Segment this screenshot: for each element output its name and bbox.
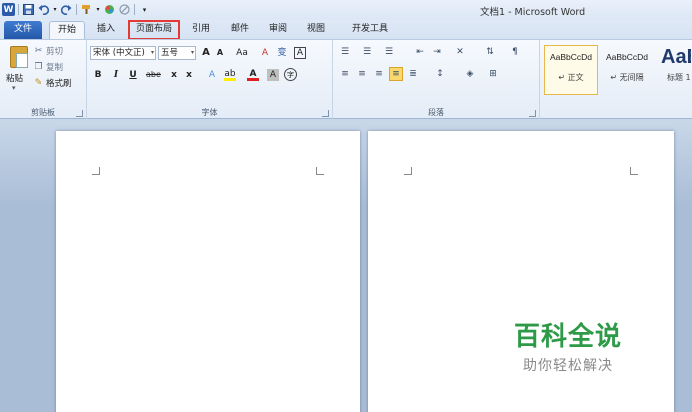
window-title: 文档1 - Microsoft Word xyxy=(480,7,586,18)
format-painter-icon[interactable] xyxy=(80,3,93,16)
paste-dropdown-icon[interactable]: ▾ xyxy=(12,84,16,92)
title-bar: W ▾ ▾ ▾ 文档1 - Microsoft Word xyxy=(0,0,692,19)
chevron-down-icon: ▾ xyxy=(150,49,154,56)
tab-page-layout[interactable]: 页面布局 xyxy=(128,20,180,40)
line-spacing-icon[interactable]: ↕ xyxy=(433,67,447,81)
paste-button[interactable]: 粘贴 xyxy=(6,72,23,84)
tab-review[interactable]: 审阅 xyxy=(263,21,293,39)
shading-icon[interactable]: ◈ xyxy=(463,67,477,81)
paragraph-group: ☰ ☰ ☰ ⇤ ⇥ ✕ ⇅ ¶ ≡ ≡ ≡ ≡ ≣ ↕ ◈ ⊞ 段落 xyxy=(333,40,540,119)
undo-icon[interactable] xyxy=(37,3,50,16)
font-launcher-icon[interactable] xyxy=(322,110,329,117)
chinese-layout-icon[interactable]: ✕ xyxy=(453,45,467,59)
font-group: 宋体 (中文正) ▾ 五号 ▾ A A Aa A 变 A B I U abe x x… xyxy=(87,40,333,119)
format-painter-button[interactable]: ✎ 格式刷 xyxy=(33,77,72,89)
distributed-icon[interactable]: ≣ xyxy=(406,67,420,81)
ribbon: 粘贴 ▾ ✂ 剪切 ❐ 复制 ✎ 格式刷 剪贴板 宋体 (中文正) ▾ 五号 ▾ A… xyxy=(0,39,692,119)
tab-insert[interactable]: 插入 xyxy=(89,21,123,39)
copy-icon: ❐ xyxy=(34,62,43,72)
enclose-char-button[interactable]: 字 xyxy=(284,68,297,81)
underline-button[interactable]: U xyxy=(127,68,139,82)
text-effect-button[interactable]: A xyxy=(206,68,218,82)
word-app-icon[interactable]: W xyxy=(2,3,15,16)
decrease-indent-icon[interactable]: ⇤ xyxy=(413,45,427,59)
align-left-icon[interactable]: ≡ xyxy=(338,67,352,81)
align-right-icon[interactable]: ≡ xyxy=(372,67,386,81)
align-center-icon[interactable]: ≡ xyxy=(355,67,369,81)
justify-icon[interactable]: ≡ xyxy=(389,67,403,81)
font-size-combo[interactable]: 五号 ▾ xyxy=(158,46,196,60)
superscript-button[interactable]: x xyxy=(183,68,195,82)
bullets-icon[interactable]: ☰ xyxy=(338,45,352,59)
highlight-button[interactable]: ab xyxy=(224,68,236,81)
scissors-icon: ✂ xyxy=(34,46,43,56)
tab-view[interactable]: 视图 xyxy=(301,21,331,39)
save-icon[interactable] xyxy=(22,3,35,16)
style-no-spacing[interactable]: AaBbCcDd ↵ 无间隔 xyxy=(600,45,654,95)
tab-file[interactable]: 文件 xyxy=(4,21,42,39)
show-marks-icon[interactable]: ¶ xyxy=(508,45,522,59)
sort-icon[interactable]: ⇅ xyxy=(483,45,497,59)
paragraph-group-label: 段落 xyxy=(428,108,444,117)
chevron-down-icon: ▾ xyxy=(190,49,194,56)
grow-font-button[interactable]: A xyxy=(200,46,212,60)
tab-developer[interactable]: 开发工具 xyxy=(345,21,395,39)
clipboard-group-label: 剪贴板 xyxy=(31,108,55,117)
tab-home[interactable]: 开始 xyxy=(49,21,85,39)
watermark-subtitle: 助你轻松解决 xyxy=(523,358,613,374)
strikethrough-button[interactable]: abe xyxy=(146,68,161,82)
italic-button[interactable]: I xyxy=(110,68,122,82)
watermark-title: 百科全说 xyxy=(514,322,623,352)
tab-mailings[interactable]: 邮件 xyxy=(225,21,255,39)
ribbon-tabs: 文件 开始 插入 页面布局 引用 邮件 审阅 视图 开发工具 xyxy=(0,19,692,40)
font-color-button[interactable]: A xyxy=(247,68,259,81)
edit-icon[interactable] xyxy=(118,3,131,16)
char-shading-button[interactable]: A xyxy=(267,69,279,81)
cut-label: 剪切 xyxy=(46,47,64,57)
style-heading-1[interactable]: AaB 标题 1 xyxy=(656,45,692,95)
redo-icon[interactable] xyxy=(60,3,73,16)
styles-group: AaBbCcDd ↵ 正文 AaBbCcDd ↵ 无间隔 AaB 标题 1 xyxy=(540,40,692,119)
margin-corner-mark xyxy=(630,167,638,175)
clipboard-group: 粘贴 ▾ ✂ 剪切 ❐ 复制 ✎ 格式刷 剪贴板 xyxy=(0,40,87,119)
font-group-label: 字体 xyxy=(201,108,218,117)
subscript-button[interactable]: x xyxy=(168,68,180,82)
format-dropdown-icon[interactable]: ▾ xyxy=(95,3,101,16)
margin-corner-mark xyxy=(92,167,100,175)
qat-separator xyxy=(18,4,19,15)
site-watermark: 百科全说 助你轻松解决 xyxy=(514,316,622,375)
phonetic-guide-button[interactable]: 变 xyxy=(276,46,288,60)
char-border-button[interactable]: A xyxy=(294,47,306,59)
clear-format-button[interactable]: A xyxy=(259,46,271,60)
numbering-icon[interactable]: ☰ xyxy=(360,45,374,59)
margin-corner-mark xyxy=(316,167,324,175)
style-normal[interactable]: AaBbCcDd ↵ 正文 xyxy=(544,45,598,95)
increase-indent-icon[interactable]: ⇥ xyxy=(430,45,444,59)
font-name-combo[interactable]: 宋体 (中文正) ▾ xyxy=(90,46,156,60)
shrink-font-button[interactable]: A xyxy=(214,46,226,60)
customize-icon[interactable]: ▾ xyxy=(138,3,151,16)
tab-references[interactable]: 引用 xyxy=(186,21,216,39)
brush-icon: ✎ xyxy=(34,78,43,88)
copy-button[interactable]: ❐ 复制 xyxy=(33,61,63,73)
undo-dropdown-icon[interactable]: ▾ xyxy=(52,3,58,16)
format-painter-label: 格式刷 xyxy=(46,79,72,89)
change-case-button[interactable]: Aa xyxy=(231,46,253,60)
copy-label: 复制 xyxy=(46,63,64,73)
quick-access-toolbar: W ▾ ▾ ▾ xyxy=(2,2,151,17)
cut-button[interactable]: ✂ 剪切 xyxy=(33,45,63,57)
qat-separator xyxy=(76,4,77,15)
color-icon[interactable] xyxy=(103,3,116,16)
borders-icon[interactable]: ⊞ xyxy=(486,67,500,81)
margin-corner-mark xyxy=(404,167,412,175)
multilevel-list-icon[interactable]: ☰ xyxy=(382,45,396,59)
paragraph-launcher-icon[interactable] xyxy=(529,110,536,117)
clipboard-launcher-icon[interactable] xyxy=(76,110,83,117)
paste-icon[interactable] xyxy=(10,46,28,68)
bold-button[interactable]: B xyxy=(92,68,104,82)
document-page-1[interactable] xyxy=(56,131,360,412)
qat-separator xyxy=(134,4,135,15)
